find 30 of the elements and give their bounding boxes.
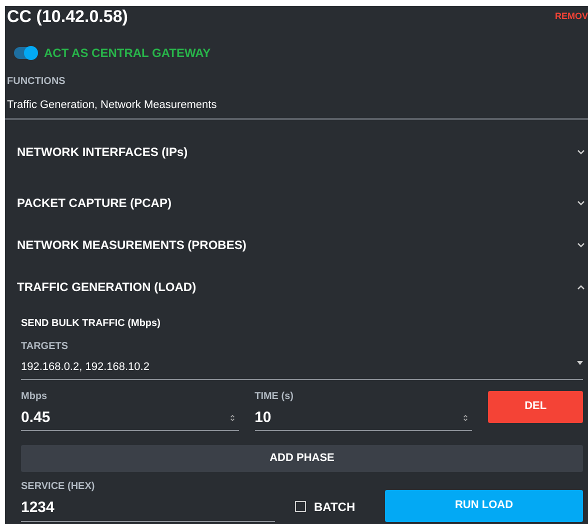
number-field[interactable]: 10 bbox=[254, 404, 472, 431]
targets-select[interactable]: 192.168.0.2, 192.168.10.2 bbox=[21, 354, 583, 380]
chevron-down-icon bbox=[577, 149, 585, 155]
section-subtitle: SEND BULK TRAFFIC (Mbps) bbox=[21, 318, 160, 329]
delete-button[interactable]: DEL bbox=[488, 390, 583, 422]
toggle-switch[interactable] bbox=[14, 47, 36, 59]
functions-text: Traffic Generation, Network Measurements bbox=[7, 99, 217, 111]
spinner-icon bbox=[230, 414, 235, 422]
checkbox-label: BATCH bbox=[314, 498, 356, 516]
chevron-down-icon bbox=[577, 200, 585, 206]
chevron-down-icon bbox=[577, 242, 585, 248]
device-title: CC (10.42.0.58) bbox=[6, 6, 128, 25]
add-phase-button[interactable]: ADD PHASE bbox=[21, 445, 583, 472]
field-label: Mbps bbox=[21, 390, 48, 402]
field-label: SERVICE (HEX) bbox=[21, 481, 95, 492]
dropdown-arrow-icon bbox=[577, 361, 583, 366]
section-header[interactable]: TRAFFIC GENERATION (LOAD) bbox=[5, 266, 588, 308]
field-label: TIME (s) bbox=[254, 390, 294, 402]
field-label: FUNCTIONS bbox=[6, 75, 66, 89]
toggle-label: ACT AS CENTRAL GATEWAY bbox=[44, 45, 211, 62]
remove-link[interactable]: REMOV bbox=[554, 6, 588, 25]
section-header[interactable]: NETWORK MEASUREMENTS (PROBES) bbox=[5, 224, 588, 266]
field-label: TARGETS bbox=[21, 341, 68, 352]
service-field[interactable]: 1234 bbox=[21, 494, 275, 522]
spinner-icon bbox=[463, 414, 468, 422]
section-header[interactable]: PACKET CAPTURE (PCAP) bbox=[5, 182, 588, 224]
chevron-up-icon bbox=[577, 284, 585, 290]
checkbox[interactable] bbox=[295, 501, 306, 512]
number-field[interactable]: 0.45 bbox=[21, 404, 239, 431]
section-header[interactable]: NETWORK INTERFACES (IPs) bbox=[5, 131, 588, 173]
